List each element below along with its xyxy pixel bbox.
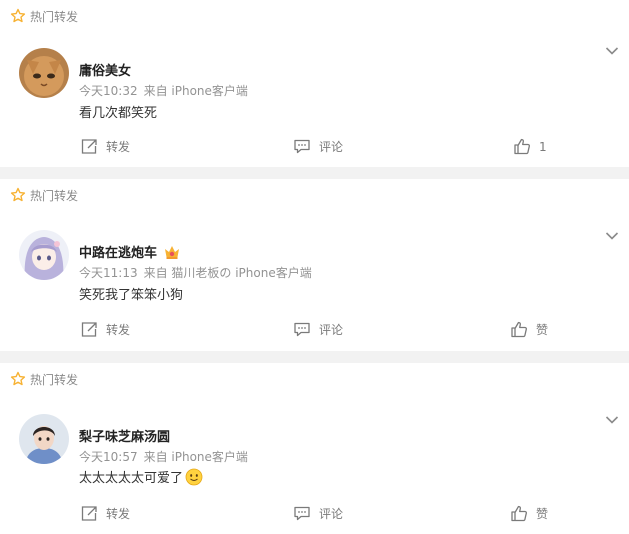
comment-card: 热门转发 梨子味芝麻汤圆 今天10:57 来自 iPhone客户端 太太太太太可爱…: [0, 363, 629, 534]
comment-text-content: 笑死我了笨笨小狗: [79, 288, 184, 303]
like-label: 赞: [536, 323, 549, 337]
chevron-down-icon[interactable]: [605, 46, 619, 56]
comment-text: 笑死我了笨笨小狗: [79, 284, 183, 303]
comment-icon: [294, 139, 310, 154]
source-text: 来自 iPhone客户端: [143, 450, 248, 464]
hot-repost-label: 热门转发: [30, 372, 79, 387]
comment-card: 热门转发 中路在逃炮车 今天11:13 来自 猫川老板の iPhone客户端 笑死…: [0, 179, 629, 351]
author-name[interactable]: 中路在逃炮车: [79, 242, 181, 261]
source-text: 来自 猫川老板の iPhone客户端: [143, 266, 312, 280]
comment-text: 太太太太太可爱了: [79, 467, 203, 486]
hot-repost-tag: 热门转发: [10, 369, 78, 389]
repost-icon: [81, 139, 97, 154]
timestamp: 今天10:57: [79, 450, 138, 464]
thumbs-up-icon: [511, 505, 527, 522]
repost-label: 转发: [106, 140, 131, 154]
star-icon: [10, 187, 26, 202]
comment-icon: [294, 506, 310, 521]
hot-repost-tag: 热门转发: [10, 185, 78, 205]
hot-repost-tag: 热门转发: [10, 6, 78, 26]
crown-badge-icon: [165, 245, 180, 259]
smile-emoji-icon: [185, 468, 203, 485]
card-separator: [0, 351, 629, 363]
comment-text-content: 太太太太太可爱了: [79, 471, 184, 486]
thumbs-up-icon: [511, 321, 527, 338]
author-name[interactable]: 庸俗美女: [79, 60, 131, 79]
like-button[interactable]: 赞: [510, 505, 548, 522]
repost-icon: [81, 322, 97, 337]
repost-button[interactable]: 转发: [80, 505, 130, 522]
comment-button[interactable]: 评论: [293, 138, 343, 155]
thumbs-up-icon: [514, 138, 530, 155]
chevron-down-icon[interactable]: [605, 231, 619, 241]
comment-meta: 今天10:57 来自 iPhone客户端: [79, 448, 254, 465]
repost-label: 转发: [106, 507, 131, 521]
comment-card: 热门转发 庸俗美女 今天10:32 来自 iPhone客户端 看几次都笑死 转发 …: [0, 0, 629, 167]
comment-text-content: 看几次都笑死: [79, 106, 158, 121]
avatar[interactable]: [19, 230, 69, 280]
repost-button[interactable]: 转发: [80, 138, 130, 155]
repost-icon: [81, 506, 97, 521]
hot-repost-label: 热门转发: [30, 188, 79, 203]
star-icon: [10, 8, 26, 23]
avatar[interactable]: [19, 48, 69, 98]
comment-button[interactable]: 评论: [293, 505, 343, 522]
like-count: 1: [539, 139, 547, 154]
comment-label: 评论: [319, 140, 344, 154]
source-text: 来自 iPhone客户端: [143, 84, 248, 98]
comment-label: 评论: [319, 323, 344, 337]
card-separator: [0, 167, 629, 179]
like-button[interactable]: 1: [513, 138, 547, 155]
hot-repost-label: 热门转发: [30, 9, 79, 24]
comment-label: 评论: [319, 507, 344, 521]
chevron-down-icon[interactable]: [605, 415, 619, 425]
comment-icon: [294, 322, 310, 337]
author-name[interactable]: 梨子味芝麻汤圆: [79, 426, 170, 445]
repost-button[interactable]: 转发: [80, 321, 130, 338]
like-button[interactable]: 赞: [510, 321, 548, 338]
repost-label: 转发: [106, 323, 131, 337]
timestamp: 今天11:13: [79, 266, 138, 280]
avatar[interactable]: [19, 414, 69, 464]
timestamp: 今天10:32: [79, 84, 138, 98]
author-name-text[interactable]: 庸俗美女: [79, 60, 131, 79]
star-icon: [10, 371, 26, 386]
author-name-text[interactable]: 中路在逃炮车: [79, 242, 157, 261]
comment-meta: 今天10:32 来自 iPhone客户端: [79, 82, 254, 99]
author-name-text[interactable]: 梨子味芝麻汤圆: [79, 426, 170, 445]
comment-text: 看几次都笑死: [79, 102, 157, 121]
like-label: 赞: [536, 507, 549, 521]
comment-meta: 今天11:13 来自 猫川老板の iPhone客户端: [79, 264, 318, 281]
comment-button[interactable]: 评论: [293, 321, 343, 338]
